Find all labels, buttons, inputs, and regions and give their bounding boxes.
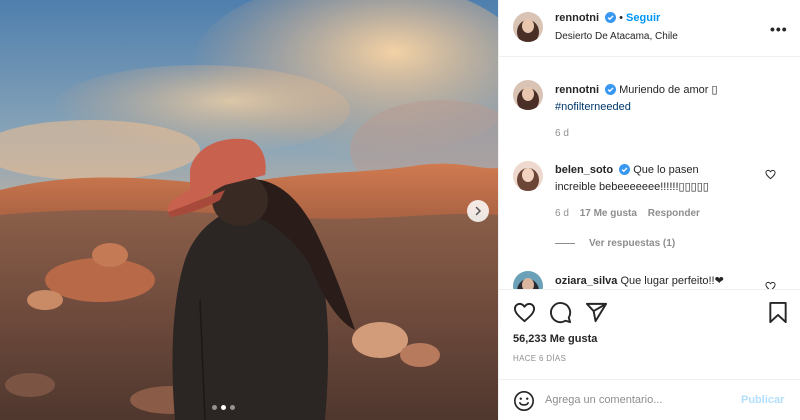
post-location[interactable]: Desierto De Atacama, Chile: [555, 31, 678, 42]
comment-icon[interactable]: [549, 301, 572, 327]
bookmark-icon[interactable]: [767, 301, 789, 327]
caption-time: 6 d: [555, 128, 569, 139]
caption-username[interactable]: rennotni: [555, 84, 599, 96]
replies-divider: [555, 242, 575, 244]
follow-button[interactable]: Seguir: [626, 12, 660, 24]
comment-text-line1: Que lo pasen: [633, 164, 699, 176]
comment-meta: 6 d 17 Me gusta Responder: [555, 208, 700, 219]
reply-button[interactable]: Responder: [648, 208, 700, 219]
post-header: rennotni • Seguir Desierto De Atacama, C…: [499, 0, 800, 57]
comment-likes[interactable]: 17 Me gusta: [580, 208, 637, 219]
author-username[interactable]: rennotni: [555, 12, 599, 24]
verified-badge-icon: [605, 12, 617, 26]
carousel-dot: [230, 405, 235, 410]
desert-photo-image: [0, 0, 498, 420]
comments-list: rennotni Muriendo de amor ▯ #nofilternee…: [499, 57, 800, 289]
share-icon[interactable]: [585, 301, 608, 327]
view-replies-button[interactable]: Ver respuestas (1): [555, 238, 675, 249]
view-replies-label: Ver respuestas (1): [589, 238, 676, 249]
comment-text: Que lugar perfeito!!❤: [620, 275, 724, 287]
comment-time: 6 d: [555, 208, 569, 219]
post-time-ago: HACE 6 DÍAS: [513, 354, 567, 363]
comment-like-heart-icon[interactable]: [765, 281, 776, 289]
post-actions: 56,233 Me gusta HACE 6 DÍAS: [499, 289, 800, 379]
carousel-dot: [212, 405, 217, 410]
commenter-avatar[interactable]: [513, 271, 543, 289]
caption-text: Muriendo de amor ▯: [619, 84, 718, 96]
caption-hashtag[interactable]: #nofilterneeded: [555, 101, 631, 113]
more-options-icon[interactable]: •••: [770, 21, 788, 37]
likes-count[interactable]: 56,233 Me gusta: [513, 333, 597, 345]
verified-badge-icon: [619, 164, 631, 180]
carousel-dot-active: [221, 405, 226, 410]
post-side-panel: rennotni • Seguir Desierto De Atacama, C…: [498, 0, 800, 420]
emoji-icon[interactable]: [513, 390, 535, 415]
comment-username[interactable]: belen_soto: [555, 164, 613, 176]
verified-badge-icon: [605, 84, 617, 100]
post-photo[interactable]: [0, 0, 498, 420]
chevron-right-icon: [475, 206, 482, 216]
comment-username[interactable]: oziara_silva: [555, 275, 617, 287]
next-slide-button[interactable]: [467, 200, 489, 222]
comment-text-line2: increible bebeeeeeee!!!!!!▯▯▯▯▯: [555, 181, 709, 193]
comment-input[interactable]: [545, 391, 735, 409]
commenter-avatar[interactable]: [513, 161, 543, 191]
instagram-post: rennotni • Seguir Desierto De Atacama, C…: [0, 0, 800, 420]
caption-avatar[interactable]: [513, 80, 543, 110]
heart-icon[interactable]: [513, 301, 536, 327]
publish-button[interactable]: Publicar: [741, 394, 784, 406]
carousel-dots: [212, 405, 235, 410]
author-avatar[interactable]: [513, 12, 543, 42]
comment-like-heart-icon[interactable]: [765, 169, 776, 183]
add-comment-bar: Publicar: [499, 379, 800, 420]
